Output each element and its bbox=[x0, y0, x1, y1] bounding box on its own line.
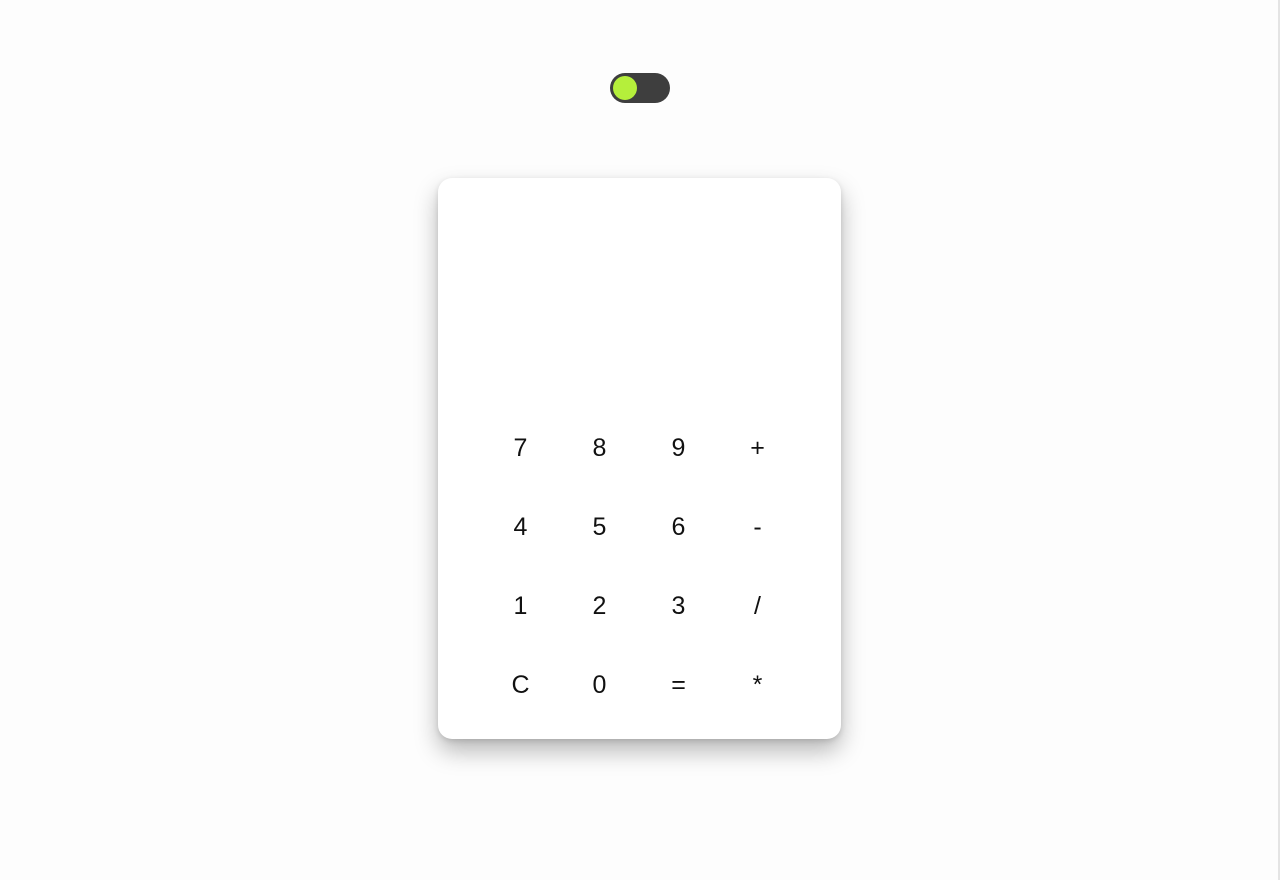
key-0[interactable]: 0 bbox=[560, 646, 639, 725]
key-5[interactable]: 5 bbox=[560, 488, 639, 567]
key-plus[interactable]: + bbox=[718, 409, 797, 488]
calculator-display bbox=[458, 198, 821, 398]
toggle-knob bbox=[613, 76, 637, 100]
calculator-panel: 7 8 9 + 4 5 6 - 1 2 3 / C 0 = * bbox=[438, 178, 841, 739]
key-4[interactable]: 4 bbox=[481, 488, 560, 567]
key-minus[interactable]: - bbox=[718, 488, 797, 567]
key-multiply[interactable]: * bbox=[718, 646, 797, 725]
keypad: 7 8 9 + 4 5 6 - 1 2 3 / C 0 = * bbox=[481, 409, 797, 725]
key-7[interactable]: 7 bbox=[481, 409, 560, 488]
key-3[interactable]: 3 bbox=[639, 567, 718, 646]
theme-toggle[interactable] bbox=[610, 73, 670, 103]
key-clear[interactable]: C bbox=[481, 646, 560, 725]
key-equals[interactable]: = bbox=[639, 646, 718, 725]
key-8[interactable]: 8 bbox=[560, 409, 639, 488]
key-2[interactable]: 2 bbox=[560, 567, 639, 646]
key-9[interactable]: 9 bbox=[639, 409, 718, 488]
key-6[interactable]: 6 bbox=[639, 488, 718, 567]
key-1[interactable]: 1 bbox=[481, 567, 560, 646]
key-divide[interactable]: / bbox=[718, 567, 797, 646]
